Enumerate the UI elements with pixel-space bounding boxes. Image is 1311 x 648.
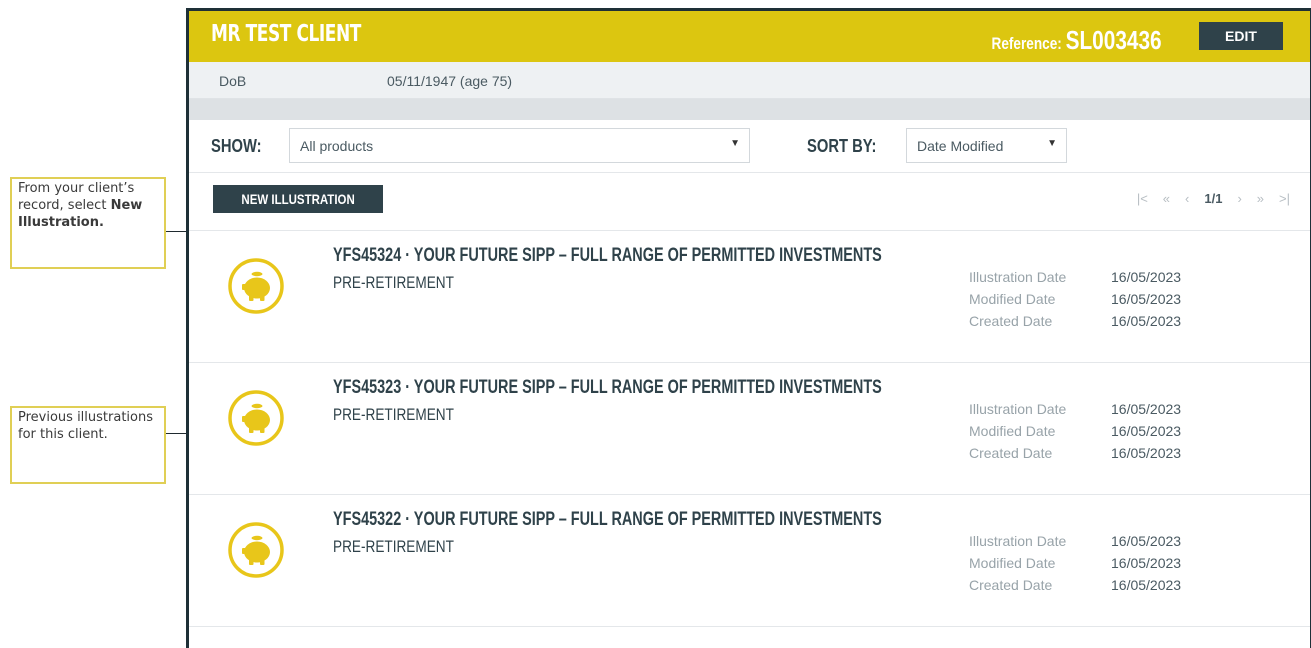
previous-page-icon[interactable]: ‹ (1185, 191, 1189, 206)
client-record-panel: MR TEST CLIENT Reference: SL003436 EDIT … (186, 8, 1311, 648)
illustration-stage: PRE-RETIREMENT (333, 537, 454, 556)
illustration-stage: PRE-RETIREMENT (333, 405, 454, 424)
callout-new-illustration: From your client’s record, select New Il… (10, 177, 166, 269)
page-indicator: 1/1 (1204, 191, 1223, 206)
created-date-label: Created Date (969, 313, 1053, 329)
illustration-item[interactable]: YFS45322 · YOUR FUTURE SIPP – FULL RANGE… (189, 495, 1310, 627)
dob-label: DoB (219, 73, 247, 89)
modified-date-label: Modified Date (969, 291, 1056, 307)
reference-label: Reference: (991, 34, 1063, 53)
modified-date-value: 16/05/2023 (1111, 423, 1182, 439)
chevron-down-icon: ▼ (730, 138, 740, 149)
sort-by-label: SORT BY: (807, 136, 877, 156)
next-page-icon[interactable]: › (1237, 191, 1241, 206)
created-date-label: Created Date (969, 445, 1053, 461)
edit-button[interactable]: EDIT (1199, 22, 1283, 50)
modified-date-value: 16/05/2023 (1111, 291, 1182, 307)
show-label: SHOW: (211, 136, 262, 156)
action-row: NEW ILLUSTRATION |< « ‹ 1/1 › » >| (189, 173, 1310, 231)
dob-value: 05/11/1947 (age 75) (387, 73, 513, 89)
product-filter-value: All products (300, 138, 374, 154)
client-header: MR TEST CLIENT Reference: SL003436 EDIT (189, 11, 1310, 62)
callout-text: Previous illustrations for this client. (18, 410, 154, 442)
modified-date-value: 16/05/2023 (1111, 555, 1182, 571)
illustration-dates: Illustration Date 16/05/2023 Modified Da… (969, 269, 1181, 335)
illustration-item[interactable]: YFS45324 · YOUR FUTURE SIPP – FULL RANGE… (189, 231, 1310, 363)
callout-previous-illustrations: Previous illustrations for this client. (10, 406, 166, 484)
illustration-dates: Illustration Date 16/05/2023 Modified Da… (969, 401, 1181, 467)
first-page-icon[interactable]: |< (1137, 191, 1148, 206)
reference-value: SL003436 (1066, 25, 1162, 55)
modified-date-label: Modified Date (969, 423, 1056, 439)
illustration-item[interactable]: YFS45323 · YOUR FUTURE SIPP – FULL RANGE… (189, 363, 1310, 495)
new-illustration-button[interactable]: NEW ILLUSTRATION (213, 185, 383, 213)
dob-row: DoB 05/11/1947 (age 75) (189, 62, 1310, 99)
illustration-dates: Illustration Date 16/05/2023 Modified Da… (969, 533, 1181, 599)
product-filter-select[interactable]: All products ▼ (289, 128, 750, 163)
new-illustration-label: NEW ILLUSTRATION (241, 191, 355, 207)
piggy-bank-icon (228, 390, 284, 446)
pagination: |< « ‹ 1/1 › » >| (1137, 191, 1290, 206)
illustration-list: YFS45324 · YOUR FUTURE SIPP – FULL RANGE… (189, 231, 1310, 627)
sort-by-select[interactable]: Date Modified ▼ (906, 128, 1067, 163)
last-page-icon[interactable]: >| (1279, 191, 1290, 206)
illustration-date-value: 16/05/2023 (1111, 533, 1182, 549)
illustration-stage: PRE-RETIREMENT (333, 273, 454, 292)
chevron-down-icon: ▼ (1047, 138, 1057, 149)
illustration-date-value: 16/05/2023 (1111, 269, 1182, 285)
created-date-value: 16/05/2023 (1111, 313, 1182, 329)
modified-date-label: Modified Date (969, 555, 1056, 571)
illustration-date-value: 16/05/2023 (1111, 401, 1182, 417)
illustration-date-label: Illustration Date (969, 401, 1067, 417)
divider (189, 99, 1310, 120)
piggy-bank-icon (228, 522, 284, 578)
previous-block-icon[interactable]: « (1163, 191, 1170, 206)
illustration-title[interactable]: YFS45324 · YOUR FUTURE SIPP – FULL RANGE… (333, 245, 882, 267)
created-date-label: Created Date (969, 577, 1053, 593)
illustration-title[interactable]: YFS45323 · YOUR FUTURE SIPP – FULL RANGE… (333, 377, 882, 399)
client-reference: Reference: SL003436 (992, 25, 1162, 56)
client-name: MR TEST CLIENT (211, 21, 361, 47)
piggy-bank-icon (228, 258, 284, 314)
illustration-date-label: Illustration Date (969, 269, 1067, 285)
created-date-value: 16/05/2023 (1111, 445, 1182, 461)
sort-by-value: Date Modified (917, 138, 1004, 154)
illustration-title[interactable]: YFS45322 · YOUR FUTURE SIPP – FULL RANGE… (333, 509, 882, 531)
created-date-value: 16/05/2023 (1111, 577, 1182, 593)
illustration-date-label: Illustration Date (969, 533, 1067, 549)
filter-row: SHOW: All products ▼ SORT BY: Date Modif… (189, 120, 1310, 173)
next-block-icon[interactable]: » (1257, 191, 1264, 206)
